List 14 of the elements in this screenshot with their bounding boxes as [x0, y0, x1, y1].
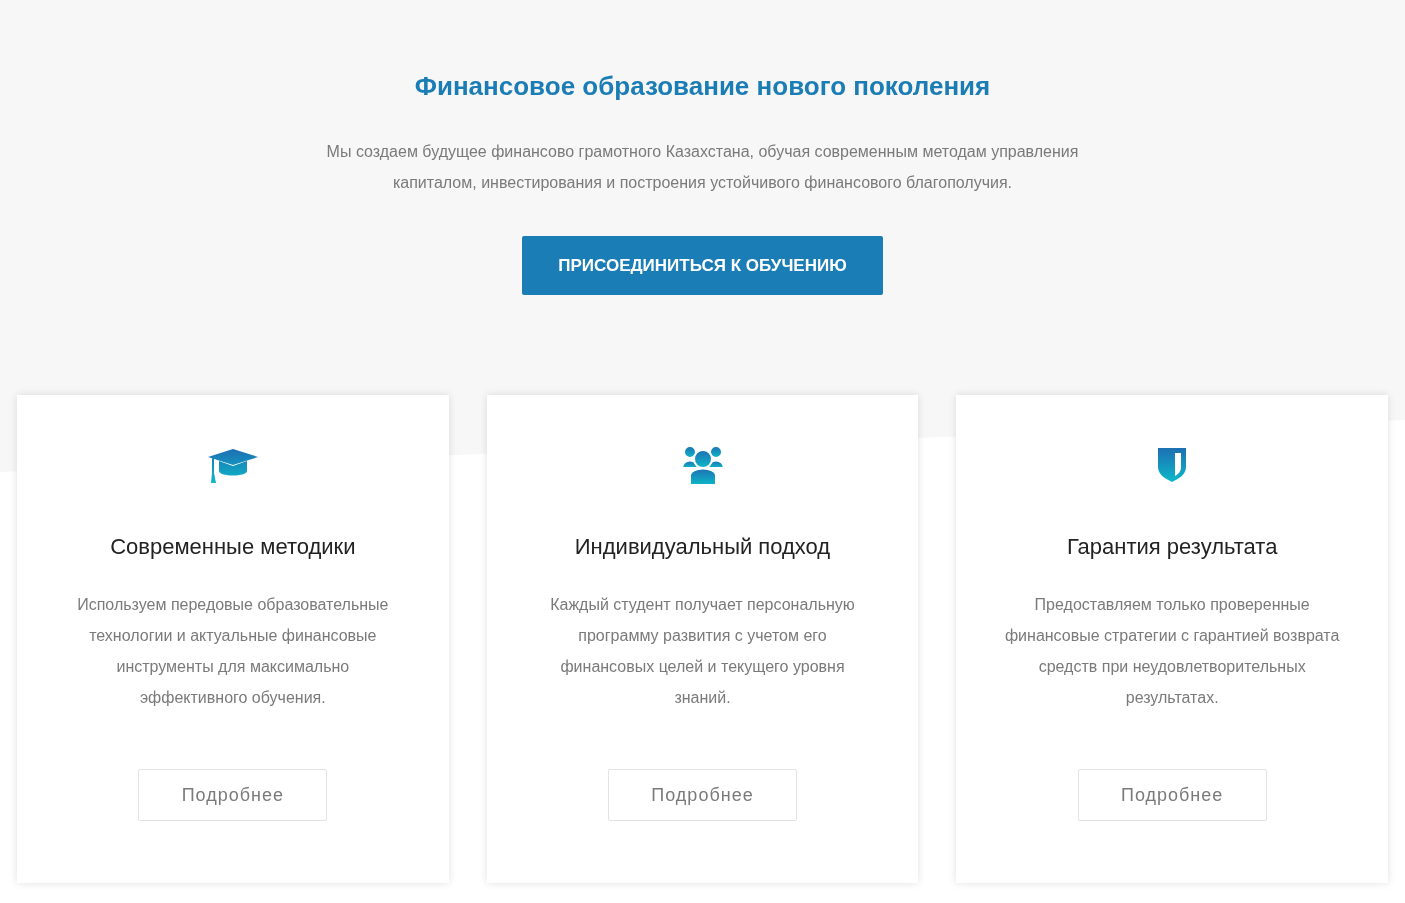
hero-title: Финансовое образование нового поколения [414, 70, 991, 102]
join-button[interactable]: ПРИСОЕДИНИТЬСЯ К ОБУЧЕНИЮ [522, 236, 883, 295]
more-button[interactable]: Подробнее [1077, 769, 1267, 821]
feature-title: Гарантия результата [1066, 533, 1278, 561]
users-icon [680, 444, 725, 486]
feature-title: Индивидуальный подход [574, 533, 831, 561]
feature-title: Современные методики [110, 533, 356, 561]
feature-description: Каждый студент получает персональную программу развития с учетом его финансовых целей и текущего уровня знаний. [549, 595, 856, 708]
feature-description: Используем передовые образовательные технологии и актуальные финансовые инструменты для максимально эффективного обучения. [76, 595, 390, 708]
more-button[interactable]: Подробнее [608, 769, 797, 821]
hero-description: Мы создаем будущее финансово грамотного Казахстана, обучая современным методам управления капиталом, инвестирования и построения устойчивого финансового благополучия. [325, 142, 1080, 193]
shield-icon [1156, 447, 1189, 483]
feature-description: Предоставляем только проверенные финансовые стратегии с гарантией возврата средств при неудовлетворительных результатах. [1004, 595, 1340, 708]
more-button[interactable]: Подробнее [138, 769, 328, 821]
